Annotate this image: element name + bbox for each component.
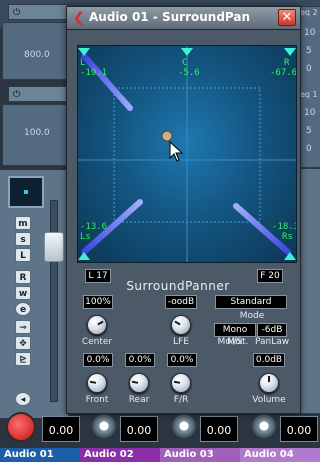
pan-field-graphic: [78, 46, 296, 262]
right-scale-5: 5: [306, 126, 312, 136]
fr-value[interactable]: 0.0%: [167, 353, 197, 367]
right-eq-label-1: eq 2: [300, 8, 318, 17]
fr-knob[interactable]: [171, 373, 191, 393]
channel-name-audio-03[interactable]: Audio 03: [160, 448, 240, 462]
record-button[interactable]: [6, 412, 36, 442]
speaker-c-level: -5.6: [178, 68, 200, 78]
monitor-knob[interactable]: [252, 414, 276, 438]
channel-volume-display[interactable]: 0.00: [200, 416, 238, 442]
speaker-r-icon[interactable]: [284, 48, 296, 56]
channel-volume-display[interactable]: 0.00: [42, 416, 80, 442]
pan-law-select[interactable]: -6dB: [257, 323, 287, 337]
beam-left: [81, 53, 133, 111]
front-knob[interactable]: [87, 373, 107, 393]
window-title-bar[interactable]: ❮ Audio 01 - SurroundPan ✕: [67, 7, 300, 30]
lfe-knob[interactable]: [171, 315, 191, 335]
volume-fader[interactable]: [44, 232, 64, 262]
mode-select[interactable]: Standard: [215, 295, 287, 309]
channel-volume-value: 0.00: [286, 424, 312, 437]
speaker-r-label: R: [284, 58, 290, 68]
write-button[interactable]: w: [15, 286, 31, 300]
read-button[interactable]: R: [15, 270, 31, 284]
channel-header: ⏻: [8, 4, 68, 20]
fr-label: F/R: [173, 395, 189, 405]
monitor-icon[interactable]: ◂: [15, 392, 31, 406]
speaker-ls-label: Ls: [80, 232, 91, 242]
center-value[interactable]: 100%: [83, 295, 113, 309]
rear-value[interactable]: 0.0%: [125, 353, 155, 367]
speaker-ls-icon[interactable]: [78, 252, 90, 260]
monitor-knob[interactable]: [92, 414, 116, 438]
speaker-l-level: -19.1: [80, 68, 108, 78]
channel-header-2: ⏻: [8, 86, 68, 102]
right-scale-6: 0: [306, 144, 312, 154]
right-scale-4: 10: [304, 108, 316, 118]
panner-controls: L 17 SurroundPanner F 20 100% -oodB Stan…: [67, 265, 300, 413]
edit-button[interactable]: e: [15, 302, 31, 316]
speaker-ls-level: -13.6: [80, 222, 108, 232]
window-title: Audio 01 - SurroundPan: [89, 10, 251, 24]
mono-mix-select[interactable]: Mono Mix: [214, 323, 256, 347]
channel-name-audio-01[interactable]: Audio 01: [0, 448, 80, 462]
left-right-position-field[interactable]: L 17: [85, 269, 111, 283]
eq-bypass-icon[interactable]: ✥: [15, 336, 31, 350]
eq-frequency-2: 100.0: [24, 128, 50, 138]
front-rear-position-field[interactable]: F 20: [257, 269, 283, 283]
speaker-rs-label: Rs: [282, 232, 293, 242]
channel-name-audio-02[interactable]: Audio 02: [80, 448, 160, 462]
channel-name-audio-04[interactable]: Audio 04: [240, 448, 320, 462]
speaker-r-level: -67.6: [270, 68, 297, 78]
front-value[interactable]: 0.0%: [83, 353, 113, 367]
volume-label: Volume: [252, 395, 286, 405]
right-scale-1: 10: [304, 28, 316, 38]
plugin-name: SurroundPanner: [126, 279, 230, 293]
right-scale-2: 5: [306, 46, 312, 56]
channel-volume-value: 0.00: [206, 424, 232, 437]
pan-law-label: PanLaw: [255, 337, 290, 347]
listen-button[interactable]: L: [15, 248, 31, 262]
speaker-l-icon[interactable]: [78, 48, 90, 56]
eq-frequency-1: 800.0: [24, 50, 50, 60]
volume-value[interactable]: 0.0dB: [253, 353, 285, 367]
speaker-c-icon[interactable]: [181, 48, 193, 56]
channel-volume-display[interactable]: 0.00: [120, 416, 158, 442]
center-label: Center: [81, 337, 113, 347]
speaker-rs-level: -18.3: [272, 222, 297, 232]
mute-button[interactable]: m: [15, 216, 31, 230]
surround-pan-field[interactable]: L -19.1 C -5.6 R -67.6 -13.6 Ls -18.3 Rs: [77, 45, 297, 263]
mono-stereo-label: Mo./St.: [217, 337, 249, 347]
power-icon[interactable]: ⏻: [13, 8, 20, 18]
pan-position-puck[interactable]: [161, 130, 173, 142]
mode-label: Mode: [239, 311, 265, 321]
cubase-logo-icon: ❮: [73, 10, 85, 26]
front-label: Front: [85, 395, 109, 405]
panner-thumbnail[interactable]: [8, 176, 44, 208]
insert-bypass-icon[interactable]: ⊸: [15, 320, 31, 334]
solo-button[interactable]: s: [15, 232, 31, 246]
speaker-c-label: C: [182, 58, 188, 68]
rear-knob[interactable]: [129, 373, 149, 393]
send-bypass-icon[interactable]: ⊵: [15, 352, 31, 366]
surround-pan-window: ❮ Audio 01 - SurroundPan ✕ L -19.1 C -5.…: [66, 6, 301, 414]
lfe-label: LFE: [173, 337, 189, 347]
volume-knob[interactable]: [259, 373, 279, 393]
rear-label: Rear: [128, 395, 150, 405]
center-knob[interactable]: [87, 315, 107, 335]
fader-track: [50, 200, 58, 402]
close-button[interactable]: ✕: [278, 9, 296, 26]
right-scale-3: 0: [306, 64, 312, 74]
right-eq-label-2: eq 1: [300, 90, 318, 99]
channel-volume-display[interactable]: 0.00: [280, 416, 318, 442]
lfe-value[interactable]: -oodB: [165, 295, 197, 309]
right-channel-strip: [298, 168, 320, 414]
speaker-l-label: L: [80, 58, 86, 68]
mouse-cursor-icon: [169, 140, 184, 162]
channel-volume-value: 0.00: [126, 424, 152, 437]
monitor-knob[interactable]: [172, 414, 196, 438]
power-icon[interactable]: ⏻: [13, 90, 20, 100]
channel-volume-value: 0.00: [48, 424, 74, 437]
